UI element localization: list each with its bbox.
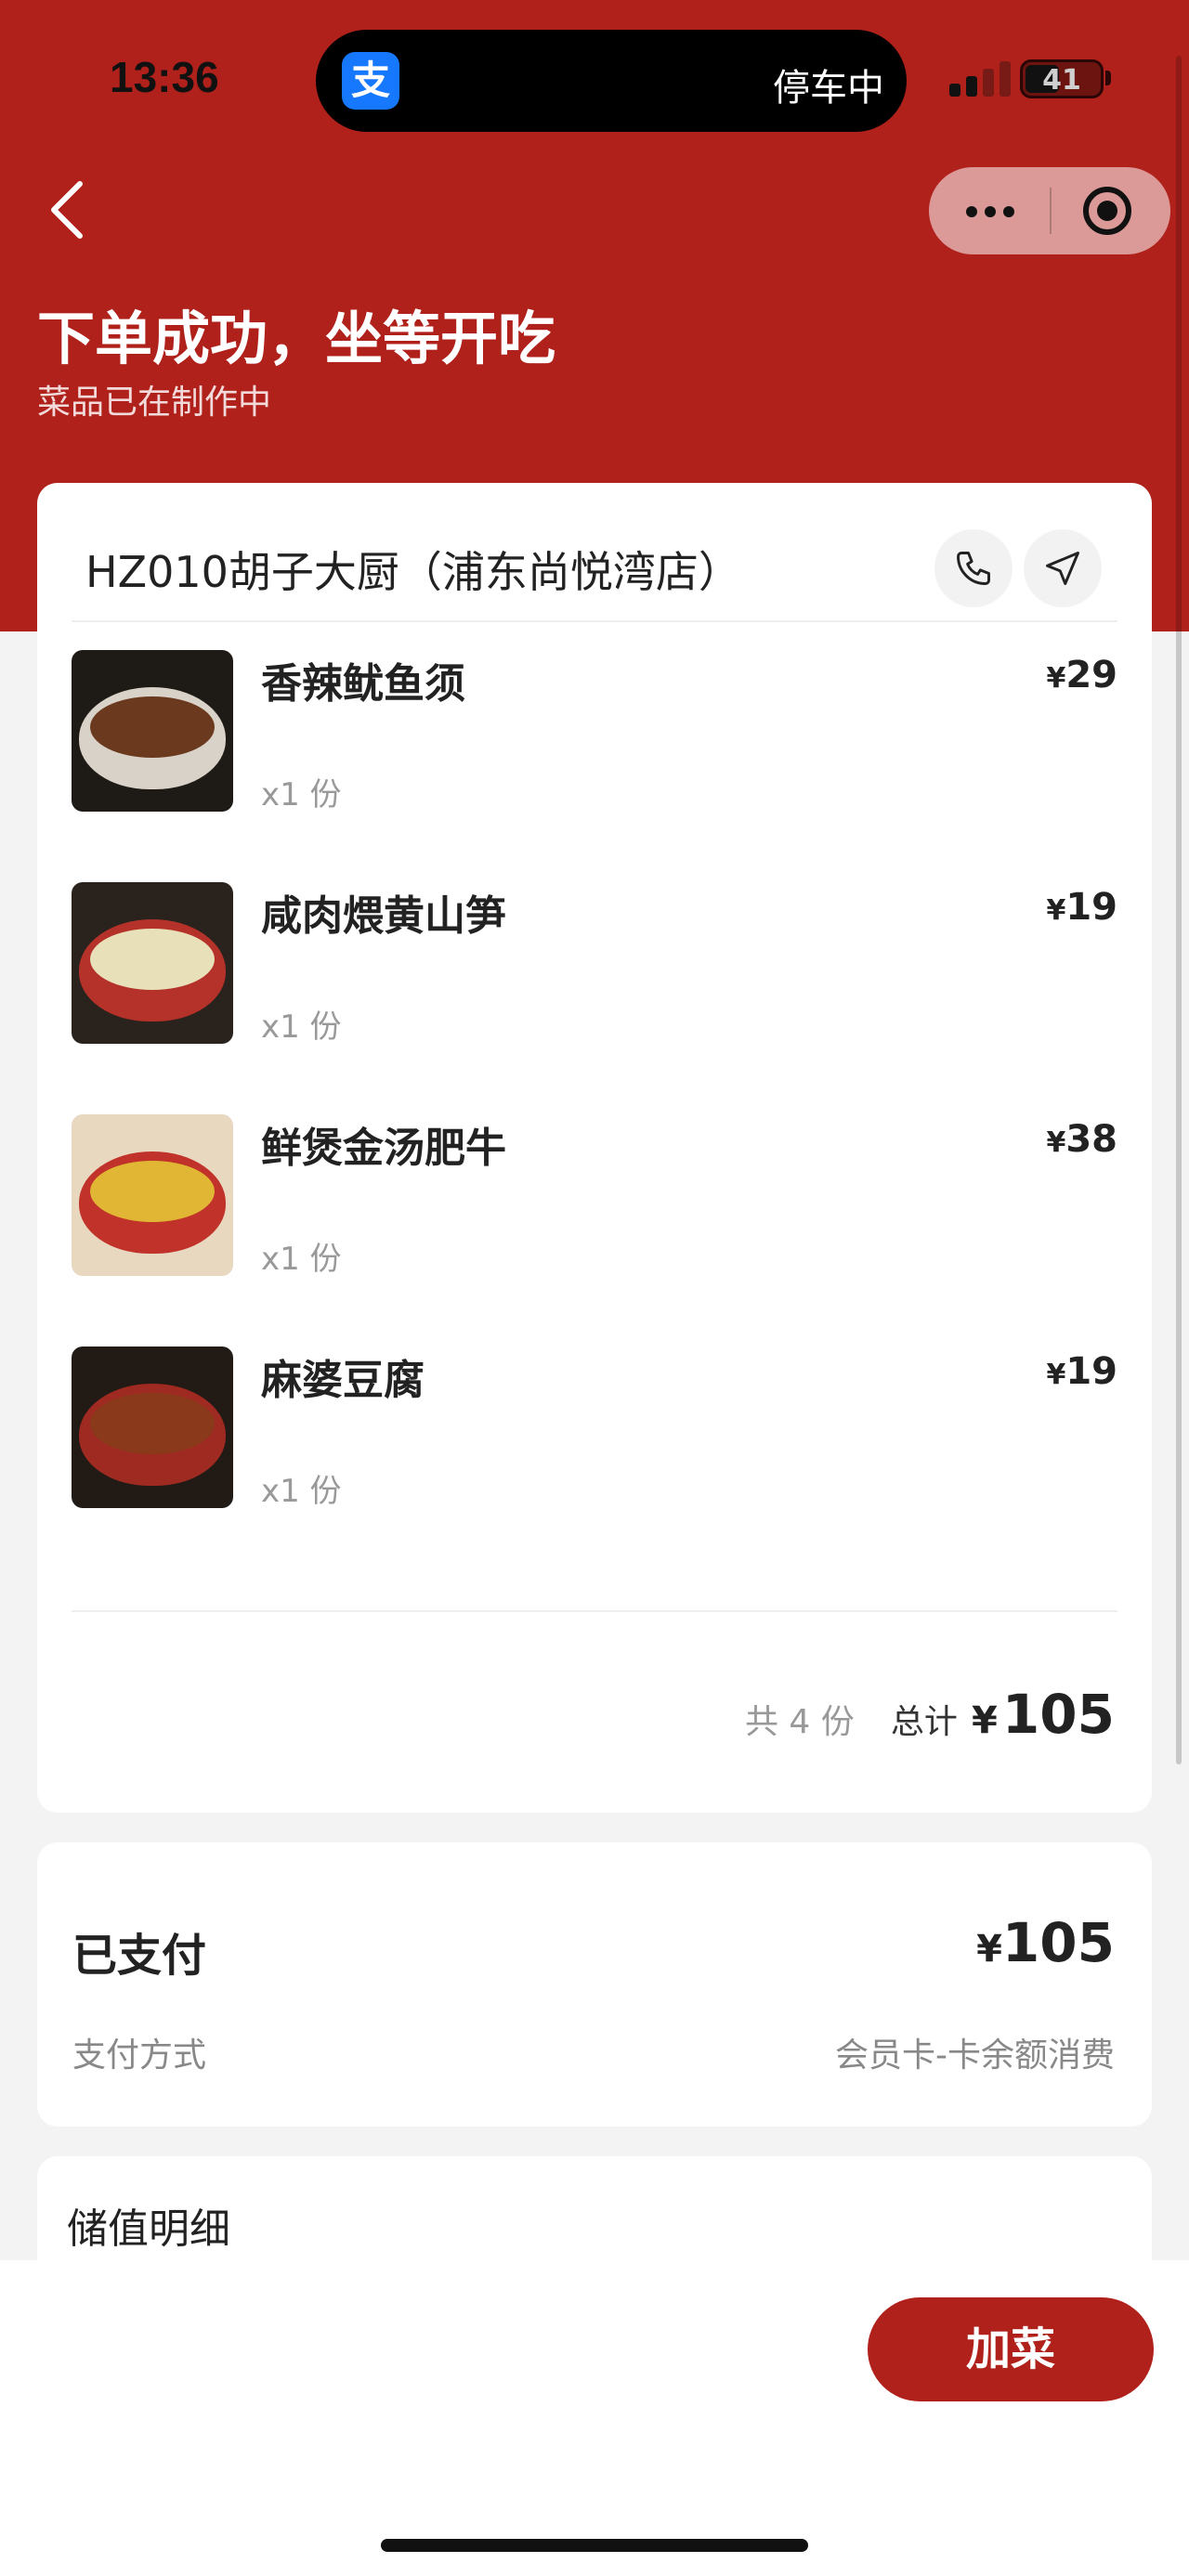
total-label: 总计 xyxy=(890,1703,958,1741)
dish-image xyxy=(72,650,233,812)
dish-qty: x1 份 xyxy=(261,776,342,813)
dish-name: 鲜煲金汤肥牛 xyxy=(261,1125,506,1172)
alipay-icon: 支 xyxy=(342,52,399,110)
dish-price: ¥38 xyxy=(1046,1118,1117,1161)
payment-method-value: 会员卡-卡余额消费 xyxy=(835,2036,1115,2075)
navigation-arrow-icon xyxy=(1046,552,1079,585)
dish-image xyxy=(72,1347,233,1508)
navigate-button[interactable] xyxy=(1024,529,1102,607)
payment-method-label: 支付方式 xyxy=(72,2036,207,2075)
total-amount: 105 xyxy=(1001,1683,1115,1746)
dish-image xyxy=(72,1114,233,1276)
phone-button[interactable] xyxy=(934,529,1013,607)
payment-card: 已支付 ¥105 支付方式 会员卡-卡余额消费 xyxy=(37,1842,1152,2127)
dish-price: ¥19 xyxy=(1046,1350,1117,1393)
divider xyxy=(72,1610,1117,1612)
dynamic-island[interactable]: 支 停车中 xyxy=(316,30,907,132)
list-item[interactable]: 麻婆豆腐 x1 份 ¥19 xyxy=(72,1347,1117,1510)
dish-qty: x1 份 xyxy=(261,1241,342,1278)
paid-amount: ¥105 xyxy=(976,1911,1115,1974)
dish-qty: x1 份 xyxy=(261,1473,342,1510)
signal-icon xyxy=(949,59,1014,97)
item-count: 共 4 份 xyxy=(744,1703,855,1741)
dish-qty: x1 份 xyxy=(261,1008,342,1046)
battery-level: 41 xyxy=(1042,64,1081,97)
store-name[interactable]: HZ010胡子大厨（浦东尚悦湾店） xyxy=(85,539,741,600)
stored-value-label: 储值明细 xyxy=(67,2205,230,2253)
more-button[interactable] xyxy=(929,167,1050,254)
battery-icon: 41 xyxy=(1020,59,1104,98)
island-status-text: 停车中 xyxy=(773,67,884,110)
back-button[interactable] xyxy=(41,173,97,247)
dish-name: 香辣鱿鱼须 xyxy=(261,660,465,708)
home-indicator[interactable] xyxy=(381,2539,808,2552)
page-title: 下单成功，坐等开吃 xyxy=(37,305,556,372)
list-item[interactable]: 香辣鱿鱼须 x1 份 ¥29 xyxy=(72,650,1117,813)
paid-label: 已支付 xyxy=(72,1930,207,1982)
add-dish-button[interactable]: 加菜 xyxy=(868,2297,1154,2401)
dish-image xyxy=(72,882,233,1044)
dish-price: ¥29 xyxy=(1046,654,1117,696)
dish-name: 麻婆豆腐 xyxy=(261,1357,425,1404)
miniapp-capsule xyxy=(929,167,1170,254)
dish-name: 咸肉煨黄山笋 xyxy=(261,892,506,940)
battery-tip xyxy=(1105,71,1111,85)
divider xyxy=(72,620,1117,622)
dish-price: ¥19 xyxy=(1046,886,1117,929)
list-item[interactable]: 鲜煲金汤肥牛 x1 份 ¥38 xyxy=(72,1114,1117,1278)
page-subtitle: 菜品已在制作中 xyxy=(37,384,272,422)
list-item[interactable]: 咸肉煨黄山笋 x1 份 ¥19 xyxy=(72,882,1117,1046)
order-summary: 共 4 份 总计 ¥ 105 xyxy=(745,1683,1115,1746)
close-miniapp-icon[interactable] xyxy=(1083,187,1131,235)
phone-icon xyxy=(957,552,990,585)
status-time: 13:36 xyxy=(110,53,219,101)
chevron-left-icon xyxy=(51,181,83,239)
scrollbar[interactable] xyxy=(1176,56,1182,1764)
order-card: HZ010胡子大厨（浦东尚悦湾店） 香辣鱿鱼须 x1 份 ¥29 咸肉煨黄山笋 … xyxy=(37,483,1152,1813)
total-currency: ¥ xyxy=(971,1699,998,1742)
